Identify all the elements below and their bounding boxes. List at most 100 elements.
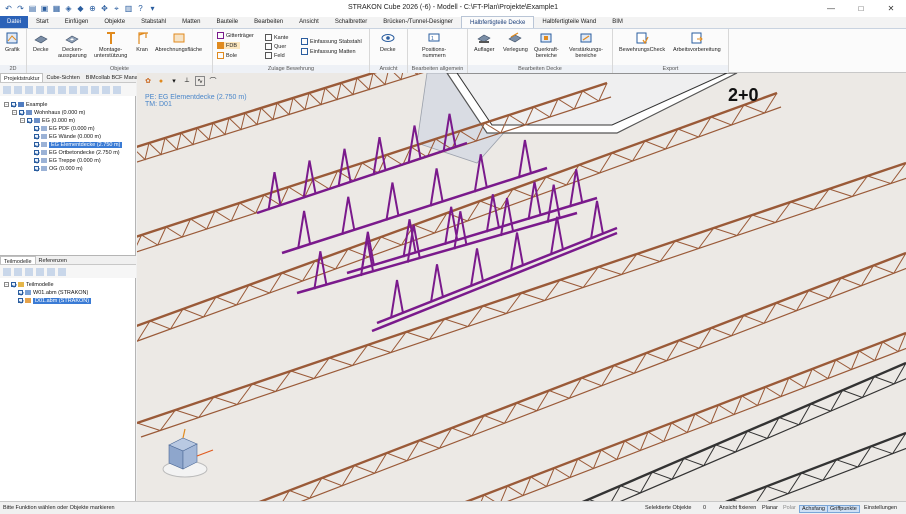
scene-canvas[interactable]: [137, 73, 906, 501]
tab-stabstahl[interactable]: Stabstahl: [133, 16, 174, 28]
zoom-icon[interactable]: ⊕: [88, 4, 97, 13]
model-link-icon[interactable]: [47, 267, 55, 276]
tree-item[interactable]: D01.abm (STRAKON): [18, 297, 92, 304]
model-remove-icon[interactable]: [14, 267, 22, 276]
tab-ansicht[interactable]: Ansicht: [291, 16, 327, 28]
redo-icon[interactable]: ↷: [16, 4, 25, 13]
einstellungen-button[interactable]: Einstellungen: [862, 505, 899, 511]
verlegung-button[interactable]: Verlegung: [503, 31, 528, 53]
tab-bearbeiten[interactable]: Bearbeiten: [246, 16, 291, 28]
grid-icon[interactable]: ▥: [124, 4, 133, 13]
checkbox[interactable]: [27, 118, 32, 123]
tab-cube-sichten[interactable]: Cube-Sichten: [43, 73, 82, 82]
kante-button[interactable]: Kante: [265, 34, 288, 41]
tab-bim[interactable]: BIM: [604, 16, 631, 28]
print-icon[interactable]: ▦: [52, 4, 61, 13]
positionsnummern-button[interactable]: 1 Positions- nummern: [422, 31, 446, 59]
layer-icon[interactable]: [47, 85, 55, 94]
pan-icon[interactable]: ✥: [100, 4, 109, 13]
checkbox[interactable]: [34, 126, 39, 131]
close-button[interactable]: ✕: [876, 0, 906, 17]
grid-icon[interactable]: [69, 85, 77, 94]
measure-icon[interactable]: ⌖: [112, 4, 121, 13]
fdb-button[interactable]: FDB: [217, 42, 240, 49]
cube-icon[interactable]: ◆: [76, 4, 85, 13]
move-icon[interactable]: [58, 85, 66, 94]
tree-item[interactable]: − Wohnhaus (0.000 m): [12, 109, 85, 116]
minimize-button[interactable]: —: [816, 0, 846, 17]
ansicht-fixieren-toggle[interactable]: Ansicht fixieren: [717, 505, 758, 511]
quer-button[interactable]: Quer: [265, 43, 286, 50]
tree-item[interactable]: EG Wände (0.000 m): [34, 133, 101, 140]
checkbox[interactable]: [18, 298, 23, 303]
tree-item[interactable]: EG PDF (0.000 m): [34, 125, 95, 132]
palette-icon[interactable]: ✿: [143, 76, 153, 86]
tab-einfuegen[interactable]: Einfügen: [57, 16, 97, 28]
tab-schalbretter[interactable]: Schalbretter: [327, 16, 375, 28]
decke-button[interactable]: Decke: [33, 31, 49, 53]
checkbox[interactable]: [34, 142, 39, 147]
expand-icon[interactable]: −: [4, 102, 9, 107]
link-icon[interactable]: [113, 85, 121, 94]
undo-icon[interactable]: ↶: [4, 4, 13, 13]
navigation-cube-icon[interactable]: [159, 423, 219, 481]
grafik-button[interactable]: Grafik: [5, 31, 20, 53]
achsfang-toggle[interactable]: Achsfang: [799, 505, 828, 513]
tab-halbfertigteile-wand[interactable]: Halbfertigteile Wand: [534, 16, 604, 28]
copy-icon[interactable]: [14, 85, 22, 94]
edit-icon[interactable]: [80, 85, 88, 94]
montageunterstuetzung-button[interactable]: Montage- unterstützung: [94, 31, 127, 59]
tree-item[interactable]: EG Elementdecke (2.750 m): [34, 141, 123, 148]
einfassung-stabstahl-button[interactable]: Einfassung Stabstahl: [301, 38, 362, 45]
feld-button[interactable]: Feld: [265, 52, 285, 59]
checkbox[interactable]: [19, 110, 24, 115]
arc-icon[interactable]: ⌒: [208, 76, 218, 86]
deckenaussparung-button[interactable]: Decken- aussparung: [58, 31, 87, 59]
querkraftbereiche-button[interactable]: Querkraft- bereiche: [534, 31, 559, 59]
expand-icon[interactable]: −: [4, 282, 9, 287]
checkbox[interactable]: [34, 158, 39, 163]
checkbox[interactable]: [11, 102, 16, 107]
tree-item[interactable]: EG Ortbetondecke (2.750 m): [34, 149, 120, 156]
auflager-button[interactable]: Auflager: [474, 31, 495, 53]
kran-button[interactable]: Kran: [135, 31, 149, 53]
abrechnungsflaeche-button[interactable]: Abrechnungsfläche: [155, 31, 202, 53]
checkbox[interactable]: [34, 166, 39, 171]
tab-referenzen[interactable]: Referenzen: [36, 256, 70, 264]
model-up-icon[interactable]: [25, 267, 33, 276]
model-add-icon[interactable]: [3, 267, 11, 276]
verstaerkungsbereiche-button[interactable]: Verstärkungs- bereiche: [569, 31, 603, 59]
einfassung-matten-button[interactable]: Einfassung Matten: [301, 48, 356, 55]
tree-item[interactable]: − EG (0.000 m): [20, 117, 75, 124]
help-icon[interactable]: ?: [136, 4, 145, 13]
tab-datei[interactable]: Datei: [0, 16, 29, 28]
ansicht-decke-button[interactable]: Decke: [380, 31, 396, 53]
checkbox[interactable]: [11, 282, 16, 287]
new-icon[interactable]: [3, 85, 11, 94]
bole-button[interactable]: Bole: [217, 52, 237, 59]
polyline-icon[interactable]: ∿: [195, 76, 205, 86]
expand-icon[interactable]: −: [20, 118, 25, 123]
delete-icon[interactable]: [91, 85, 99, 94]
layers-icon[interactable]: ◈: [64, 4, 73, 13]
sphere-icon[interactable]: ●: [156, 76, 166, 86]
tab-teilmodelle[interactable]: Teilmodelle: [0, 256, 36, 265]
chevron-down-icon[interactable]: ▾: [169, 76, 179, 86]
folder-icon[interactable]: [25, 85, 33, 94]
tree-item[interactable]: − Example: [4, 101, 47, 108]
model-down-icon[interactable]: [36, 267, 44, 276]
folder-icon[interactable]: ▤: [28, 4, 37, 13]
checkbox[interactable]: [34, 150, 39, 155]
tree-item[interactable]: − Teilmodelle: [4, 281, 54, 288]
tab-objekte[interactable]: Objekte: [96, 16, 133, 28]
measure-icon[interactable]: ⟂: [182, 76, 192, 86]
tab-halbfertigteile-decke[interactable]: Halbfertigteile Decke: [461, 16, 535, 28]
checkbox[interactable]: [18, 290, 23, 295]
bewehrungscheck-button[interactable]: BewehrungsCheck: [619, 31, 665, 53]
model-settings-icon[interactable]: [58, 267, 66, 276]
arbeitsvorbereitung-button[interactable]: Arbeitsvorbereitung: [673, 31, 721, 53]
gittertraeger-button[interactable]: Gitterträger: [217, 32, 254, 39]
tab-matten[interactable]: Matten: [174, 16, 208, 28]
expand-icon[interactable]: −: [12, 110, 17, 115]
3d-viewport[interactable]: ✿ ● ▾ ⟂ ∿ ⌒ PE: EG Elementdecke (2.750 m…: [137, 73, 906, 501]
